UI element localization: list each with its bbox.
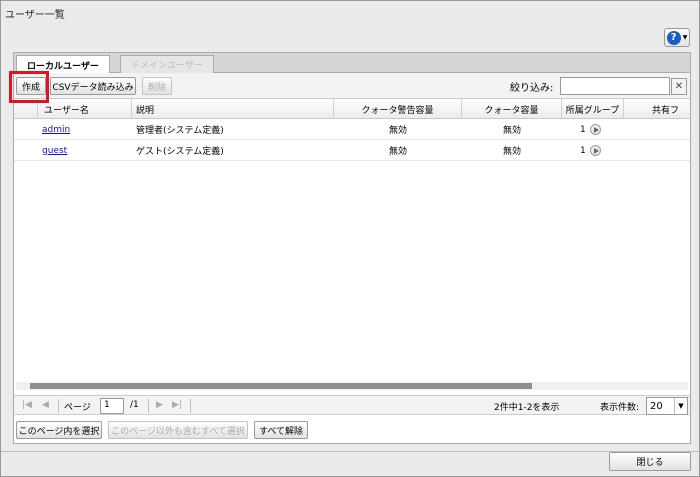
total-pages: /1 <box>130 400 139 410</box>
user-link-admin[interactable]: admin <box>42 125 70 135</box>
last-page-icon[interactable]: ▶| <box>172 400 182 410</box>
prev-page-icon[interactable]: ◀ <box>42 400 49 410</box>
select-page-button[interactable]: このページ内を選択 <box>16 421 102 439</box>
expand-groups-icon[interactable] <box>589 124 601 135</box>
quota-warning-cell: 無効 <box>388 147 407 157</box>
filter-label: 絞り込み: <box>510 83 554 94</box>
horizontal-scrollbar[interactable] <box>16 382 688 390</box>
page-summary: 2件中1-2を表示 <box>494 403 560 413</box>
chevron-down-icon: ▼ <box>674 398 687 414</box>
clear-filter-icon[interactable]: ✕ <box>671 78 687 95</box>
column-header-groups[interactable]: 所属グループ <box>562 99 624 119</box>
quota-warning-cell: 無効 <box>388 126 407 136</box>
quota-cell: 無効 <box>502 126 521 136</box>
pager-divider <box>148 399 149 413</box>
table-header: ユーザー名 説明 クォータ警告容量 クォータ容量 所属グループ 共有フ <box>14 99 690 119</box>
table-row[interactable]: guest ゲスト(システム定義) 無効 無効 1 <box>14 140 690 161</box>
page-label: ページ <box>64 403 91 413</box>
column-header-username[interactable]: ユーザー名 <box>38 99 132 119</box>
create-highlight-marker <box>9 71 49 103</box>
expand-groups-icon[interactable] <box>589 145 601 156</box>
description-cell: 管理者(システム定義) <box>136 126 224 136</box>
select-all-button[interactable]: このページ以外も含むすべて選択 <box>108 421 248 439</box>
csv-import-button[interactable]: CSVデータ読み込み <box>50 77 136 95</box>
delete-button[interactable]: 削除 <box>142 77 172 95</box>
toolbar: 作成 CSVデータ読み込み 削除 絞り込み: ✕ <box>14 73 690 99</box>
filter-input[interactable] <box>560 77 670 95</box>
pagination-bar: |◀ ◀ ページ 1 /1 ▶ ▶| 2件中1-2を表示 表示件数: 20 ▼ <box>14 395 690 415</box>
pager-divider <box>190 399 191 413</box>
tab-domain-users[interactable]: ドメインユーザー <box>120 55 214 73</box>
description-cell: ゲスト(システム定義) <box>136 147 224 157</box>
pager-divider <box>58 399 59 413</box>
footer-divider <box>1 451 699 452</box>
column-header-description[interactable]: 説明 <box>132 99 334 119</box>
close-button[interactable]: 閉じる <box>609 452 691 471</box>
help-button[interactable]: ? ▼ <box>664 28 690 47</box>
help-icon: ? <box>666 30 681 45</box>
column-header-quota[interactable]: クォータ容量 <box>462 99 562 119</box>
first-page-icon[interactable]: |◀ <box>22 400 32 410</box>
page-number-input[interactable]: 1 <box>100 398 124 414</box>
dialog-title: ユーザー一覧 <box>5 10 65 21</box>
quota-cell: 無効 <box>502 147 521 157</box>
column-header-quota-warning[interactable]: クォータ警告容量 <box>334 99 462 119</box>
group-count: 1 <box>580 124 586 135</box>
table-row[interactable]: admin 管理者(システム定義) 無効 無効 1 <box>14 119 690 140</box>
clear-selection-button[interactable]: すべて解除 <box>254 421 308 439</box>
user-link-guest[interactable]: guest <box>42 146 67 156</box>
tab-bar: ローカルユーザー ドメインユーザー <box>14 53 690 74</box>
group-count: 1 <box>580 145 586 156</box>
column-header-shared-folders[interactable]: 共有フ <box>624 99 690 119</box>
user-panel: ローカルユーザー ドメインユーザー 作成 CSVデータ読み込み 削除 絞り込み:… <box>13 52 691 444</box>
scrollbar-thumb[interactable] <box>30 383 532 389</box>
per-page-label: 表示件数: <box>600 403 640 413</box>
next-page-icon[interactable]: ▶ <box>156 400 163 410</box>
per-page-value: 20 <box>650 400 663 412</box>
per-page-select[interactable]: 20 ▼ <box>646 397 688 415</box>
user-list-dialog: ユーザー一覧 ? ▼ ローカルユーザー ドメインユーザー 作成 CSVデータ読み… <box>0 0 700 477</box>
chevron-down-icon: ▼ <box>682 34 688 41</box>
